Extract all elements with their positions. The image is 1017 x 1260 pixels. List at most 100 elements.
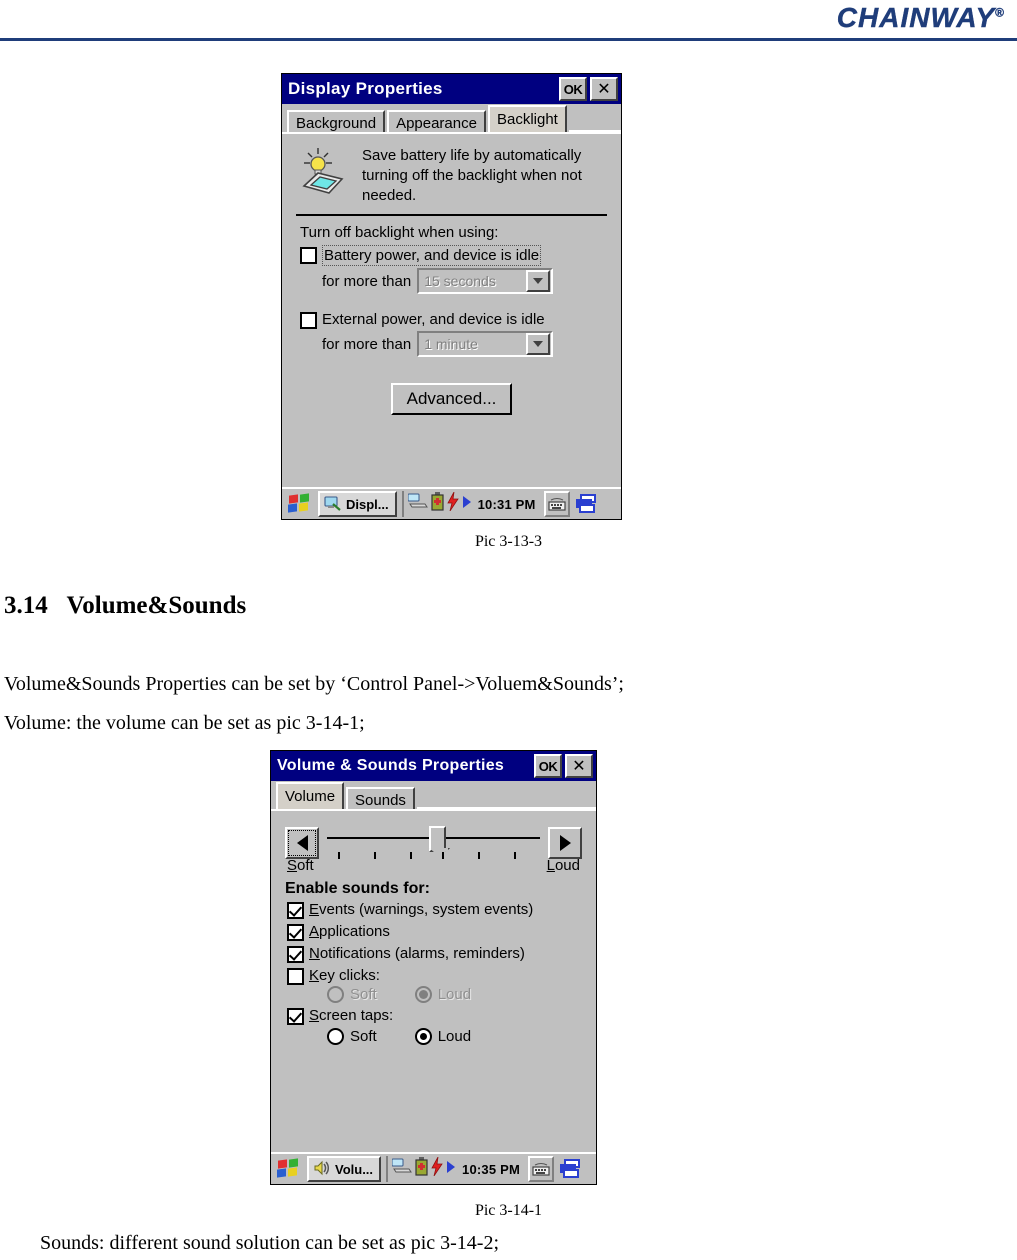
enable-sounds-label: Enable sounds for: [285, 880, 430, 897]
caption-pic-3-14-1: Pic 3-14-1 [474, 1202, 543, 1219]
volume-increase-button[interactable] [548, 827, 582, 859]
notifications-option[interactable]: Notifications (alarms, reminders) [287, 944, 596, 963]
play-arrow-icon[interactable] [446, 1160, 456, 1179]
taskbar-clock: 10:35 PM [462, 1161, 521, 1177]
key-clicks-soft-label: Soft [350, 986, 377, 1003]
slider-tick [373, 852, 376, 859]
radio-circle [414, 986, 432, 1003]
screen-taps-soft-radio[interactable]: Soft [327, 1028, 377, 1045]
dialog2-titlebar: Volume & Sounds Properties OK ✕ [271, 751, 596, 781]
dialog2-body: Soft Loud Enable sounds for: Events (war… [271, 809, 596, 1184]
network-connection-icon[interactable] [407, 493, 428, 515]
display-properties-dialog: Display Properties OK ✕ Background Appea… [281, 73, 622, 520]
dialog1-title: Display Properties [288, 79, 443, 98]
section-title: Volume&Sounds [66, 592, 247, 619]
radio-circle[interactable] [414, 1028, 432, 1045]
keyboard-icon[interactable] [528, 1156, 555, 1182]
dialog1-titlebar: Display Properties OK ✕ [282, 74, 621, 104]
screen-taps-label: Screen taps: [309, 1007, 394, 1024]
windows-start-icon[interactable] [284, 491, 314, 517]
slider-tick [442, 852, 445, 859]
key-clicks-soft-radio: Soft [327, 986, 377, 1003]
keyboard-icon[interactable] [543, 491, 570, 517]
radio-circle[interactable] [327, 1028, 344, 1045]
show-desktop-icon[interactable] [574, 493, 598, 515]
dialog1-system-tray: 10:31 PM [401, 491, 540, 517]
tabstrip-filler [568, 108, 621, 132]
paragraph-properties-path: Volume&Sounds Properties can be set by ‘… [4, 673, 624, 695]
slider-thumb[interactable] [429, 826, 447, 852]
registered-mark: ® [995, 5, 1005, 20]
battery-timeout-dropdown[interactable]: 15 seconds [417, 268, 554, 294]
brand-text: CHAINWAY [836, 2, 996, 33]
battery-icon[interactable] [415, 1157, 428, 1181]
battery-power-option[interactable]: Battery power, and device is idle [300, 245, 621, 266]
display-properties-icon [324, 495, 342, 514]
chevron-down-icon[interactable] [526, 270, 551, 292]
key-clicks-radio-group: Soft Loud [327, 986, 596, 1003]
dialog2-title: Volume & Sounds Properties [277, 757, 505, 774]
battery-icon[interactable] [431, 492, 444, 516]
volume-slider-row [271, 811, 596, 863]
tab-sounds[interactable]: Sounds [346, 787, 415, 811]
dialog2-taskbar: Volu... 10:35 PM [271, 1152, 596, 1184]
volume-loud-label: Loud [546, 857, 580, 874]
slider-tick [514, 852, 517, 859]
applications-option[interactable]: Applications [287, 922, 596, 941]
external-power-checkbox[interactable] [300, 312, 317, 329]
slider-tick [337, 852, 340, 859]
taskbar-button-volume[interactable]: Volu... [307, 1156, 382, 1182]
ok-button[interactable]: OK [559, 77, 587, 101]
events-option[interactable]: Events (warnings, system events) [287, 900, 596, 919]
close-button[interactable]: ✕ [565, 754, 593, 778]
volume-sounds-dialog: Volume & Sounds Properties OK ✕ Volume S… [270, 750, 597, 1185]
applications-label: Applications [309, 923, 390, 940]
chevron-down-icon[interactable] [526, 333, 551, 355]
dialog2-system-tray: 10:35 PM [386, 1156, 524, 1182]
hint-divider [296, 214, 607, 216]
dialog1-tabstrip: Background Appearance Backlight [282, 104, 621, 134]
external-power-label: External power, and device is idle [322, 311, 545, 328]
taskbar-clock: 10:31 PM [477, 496, 536, 512]
key-clicks-label: Key clicks: [309, 967, 380, 984]
external-power-option[interactable]: External power, and device is idle [300, 310, 621, 329]
volume-slider[interactable] [327, 823, 540, 863]
header-divider [0, 38, 1017, 41]
applications-checkbox[interactable] [287, 924, 304, 941]
play-arrow-icon[interactable] [462, 495, 472, 514]
screen-taps-loud-radio[interactable]: Loud [414, 1028, 471, 1045]
advanced-button[interactable]: Advanced... [390, 383, 513, 415]
screen-taps-option[interactable]: Screen taps: [287, 1006, 596, 1025]
section-heading: 3.14 Volume&Sounds [4, 592, 246, 620]
close-button[interactable]: ✕ [590, 77, 618, 101]
show-desktop-icon[interactable] [558, 1158, 582, 1180]
power-bolt-icon[interactable] [431, 1156, 443, 1181]
key-clicks-option[interactable]: Key clicks: [287, 966, 596, 985]
volume-decrease-button[interactable] [285, 827, 319, 859]
tab-backlight[interactable]: Backlight [487, 105, 567, 132]
dialog2-tabstrip: Volume Sounds [271, 781, 596, 811]
taskbar-button-display[interactable]: Displ... [318, 491, 397, 517]
volume-sounds-icon [313, 1160, 331, 1179]
key-clicks-loud-radio: Loud [414, 986, 472, 1003]
ok-button[interactable]: OK [534, 754, 562, 778]
external-timeout-dropdown[interactable]: 1 minute [417, 331, 554, 357]
power-bolt-icon[interactable] [446, 491, 459, 516]
windows-start-icon[interactable] [273, 1156, 303, 1182]
battery-timeout-row: for more than 15 seconds [322, 268, 621, 294]
taskbar-button-label: Displ... [346, 496, 389, 512]
paragraph-sounds: Sounds: different sound solution can be … [40, 1232, 500, 1254]
slider-tick [410, 852, 413, 859]
tab-volume[interactable]: Volume [276, 782, 345, 809]
battery-power-checkbox[interactable] [300, 247, 317, 264]
tabstrip-filler [416, 785, 596, 809]
key-clicks-checkbox[interactable] [287, 968, 304, 985]
tab-appearance[interactable]: Appearance [387, 110, 486, 134]
notifications-checkbox[interactable] [287, 946, 304, 963]
key-clicks-loud-label: Loud [437, 986, 472, 1003]
external-timeout-row: for more than 1 minute [322, 331, 621, 357]
screen-taps-checkbox[interactable] [287, 1008, 304, 1025]
network-connection-icon[interactable] [391, 1158, 412, 1180]
events-checkbox[interactable] [287, 902, 304, 919]
tab-background[interactable]: Background [287, 110, 386, 134]
